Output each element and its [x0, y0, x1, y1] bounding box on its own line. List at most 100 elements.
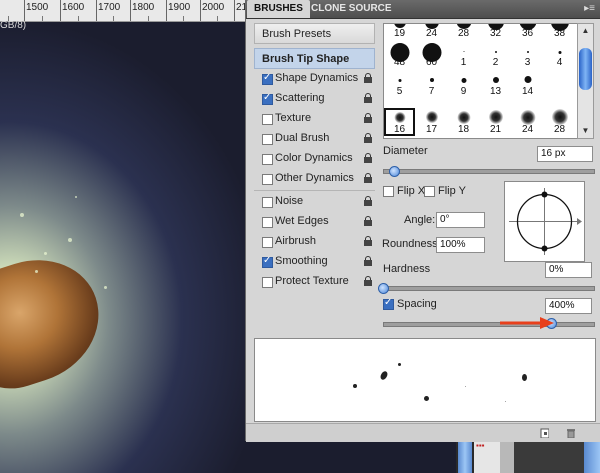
scattering-checkbox[interactable]	[262, 92, 273, 105]
brush-tip[interactable]: 21	[480, 108, 511, 136]
brush-tip[interactable]: 60	[416, 41, 447, 69]
lock-icon[interactable]	[364, 133, 372, 143]
noise-checkbox[interactable]	[262, 197, 273, 208]
lock-icon[interactable]	[364, 216, 372, 226]
brush-presets-button[interactable]: Brush Presets	[254, 23, 375, 44]
brush-tip[interactable]: 4	[544, 41, 575, 69]
brush-tip[interactable]: 48	[384, 41, 415, 69]
hardness-field[interactable]: 0%	[545, 262, 592, 278]
brush-tip[interactable]: 9	[448, 70, 479, 98]
brush-tip[interactable]: 28	[544, 108, 575, 136]
lock-icon[interactable]	[364, 276, 372, 286]
hardness-slider-knob[interactable]	[378, 283, 389, 294]
scroll-up-icon[interactable]: ▲	[579, 25, 592, 37]
brush-tip[interactable]: 18	[448, 108, 479, 136]
option-color-dynamics[interactable]: Color Dynamics	[254, 149, 375, 169]
lock-icon[interactable]	[364, 73, 372, 83]
trash-icon[interactable]	[566, 428, 575, 438]
lock-icon[interactable]	[364, 153, 372, 163]
brush-tip[interactable]: 3	[512, 41, 543, 69]
dual-brush-checkbox[interactable]	[262, 134, 273, 145]
protect-texture-checkbox[interactable]	[262, 277, 273, 288]
brush-tip-selected[interactable]: 16	[384, 108, 415, 136]
background-marker: ▪▪▪	[476, 441, 485, 450]
scrollbar-thumb[interactable]	[579, 48, 592, 90]
texture-checkbox[interactable]	[262, 114, 273, 125]
brush-tip[interactable]: 32	[480, 24, 511, 40]
color-dynamics-checkbox[interactable]	[262, 154, 273, 165]
option-shape-dynamics[interactable]: Shape Dynamics	[254, 69, 375, 89]
roundness-field[interactable]: 100%	[436, 237, 485, 253]
panel-menu-icon[interactable]: ▸≡	[584, 3, 595, 14]
option-scattering[interactable]: Scattering	[254, 89, 375, 109]
brush-tip[interactable]: 36	[512, 24, 543, 40]
brush-stroke-preview	[254, 338, 596, 422]
angle-field[interactable]: 0°	[436, 212, 485, 228]
option-label: Shape Dynamics	[275, 72, 359, 84]
option-airbrush[interactable]: Airbrush	[254, 232, 375, 252]
wet-edges-checkbox[interactable]	[262, 217, 273, 228]
brush-size: 36	[521, 28, 534, 39]
lock-icon[interactable]	[364, 196, 372, 206]
brush-size: 1	[460, 57, 467, 68]
brush-tip[interactable]: 14	[512, 70, 543, 98]
ruler-label: 2000	[202, 2, 225, 13]
brush-tip[interactable]: 7	[416, 70, 447, 98]
brush-size: 28	[457, 28, 470, 39]
option-noise[interactable]: Noise	[254, 192, 375, 212]
diameter-slider-track[interactable]	[383, 169, 595, 174]
tab-clone-source[interactable]: CLONE SOURCE	[304, 0, 399, 18]
brush-tip[interactable]: 13	[480, 70, 511, 98]
angle-circle-icon[interactable]	[505, 182, 584, 261]
flip-x-label: Flip X	[397, 185, 426, 197]
spacing-slider-track[interactable]	[383, 322, 595, 327]
brush-tip-shape-button[interactable]: Brush Tip Shape	[254, 48, 375, 69]
smoothing-checkbox[interactable]	[262, 255, 273, 268]
brush-tip[interactable]: 24	[512, 108, 543, 136]
scroll-down-icon[interactable]: ▼	[579, 125, 592, 137]
brush-tip[interactable]: 17	[416, 108, 447, 136]
lock-icon[interactable]	[364, 93, 372, 103]
brush-size: 2	[492, 57, 499, 68]
airbrush-checkbox[interactable]	[262, 237, 273, 248]
diameter-slider-knob[interactable]	[388, 166, 400, 177]
brush-tip[interactable]: 16	[544, 70, 575, 98]
brush-tip[interactable]: 5	[384, 70, 415, 98]
option-label: Other Dynamics	[275, 172, 354, 184]
lock-icon[interactable]	[364, 113, 372, 123]
option-other-dynamics[interactable]: Other Dynamics	[254, 169, 375, 189]
lock-icon[interactable]	[364, 236, 372, 246]
diameter-field[interactable]: 16 px	[537, 146, 593, 162]
brush-tip[interactable]: 28	[448, 24, 479, 40]
brush-tip[interactable]: 38	[544, 24, 575, 40]
brush-grid-scrollbar[interactable]: ▲ ▼	[577, 23, 594, 139]
brush-size: 24	[521, 124, 534, 135]
brush-tip-grid[interactable]: 19 24 28 32 36 38 48 60 1 2 3 4 5 7 9 13…	[383, 23, 579, 139]
brush-tip[interactable]: 19	[384, 24, 415, 40]
ruler-label: 1600	[62, 2, 85, 13]
flip-y-checkbox[interactable]	[424, 186, 435, 197]
brush-size: 60	[425, 57, 438, 68]
shape-dynamics-checkbox[interactable]	[262, 72, 273, 85]
brush-tip[interactable]: 1	[448, 41, 479, 69]
lock-icon[interactable]	[364, 256, 372, 266]
panel-bottom-bar	[246, 423, 600, 442]
brush-tip[interactable]: 2	[480, 41, 511, 69]
spacing-checkbox[interactable]	[383, 297, 394, 310]
lock-icon[interactable]	[364, 173, 372, 183]
tab-brushes[interactable]: BRUSHES	[247, 0, 310, 18]
option-texture[interactable]: Texture	[254, 109, 375, 129]
hardness-slider-track[interactable]	[383, 286, 595, 291]
brush-size: 14	[521, 86, 534, 97]
angle-roundness-widget[interactable]	[504, 181, 585, 262]
option-protect-texture[interactable]: Protect Texture	[254, 272, 375, 292]
brush-tip[interactable]: 24	[416, 24, 447, 40]
option-smoothing[interactable]: Smoothing	[254, 252, 375, 272]
flip-x-checkbox[interactable]	[383, 186, 394, 197]
spacing-field[interactable]: 400%	[545, 298, 592, 314]
other-dynamics-checkbox[interactable]	[262, 174, 273, 185]
option-wet-edges[interactable]: Wet Edges	[254, 212, 375, 232]
new-brush-icon[interactable]	[540, 428, 549, 438]
option-dual-brush[interactable]: Dual Brush	[254, 129, 375, 149]
annotation-arrow-icon	[500, 317, 554, 329]
